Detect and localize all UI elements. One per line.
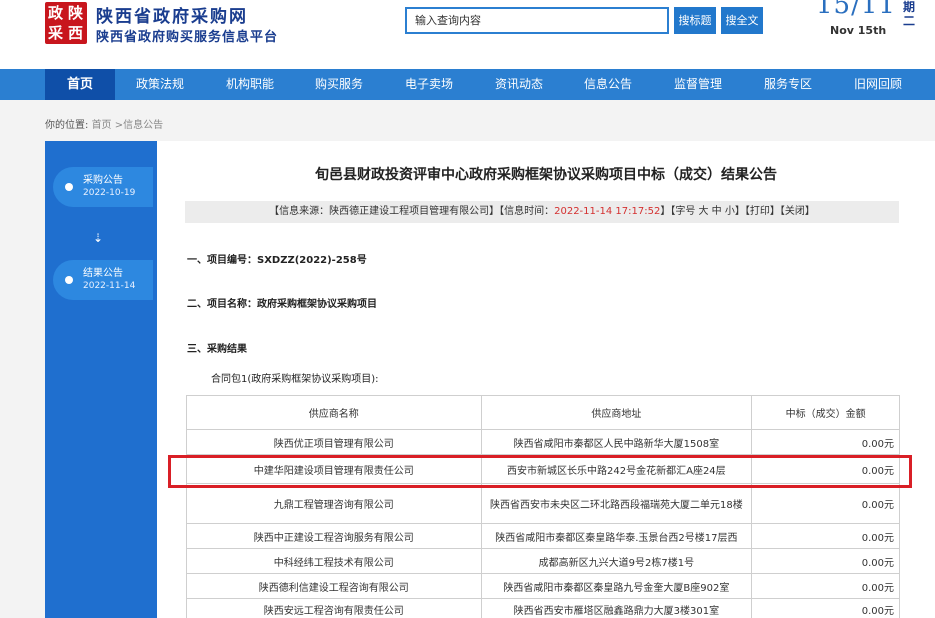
section-procurement-result: 三、采购结果 [187, 344, 247, 355]
timeline-item-procurement-notice[interactable]: 采购公告 2022-10-19 [53, 167, 153, 207]
results-table: 供应商名称 供应商地址 中标（成交）金额 陕西优正项目管理有限公司 陕西省咸阳市… [186, 395, 900, 618]
cell-supplier-address: 陕西省咸阳市秦都区秦皇路华泰.玉景台西2号楼17层西 [480, 523, 753, 549]
main-nav: 首页 政策法规 机构职能 购买服务 电子卖场 资讯动态 信息公告 监督管理 服务… [0, 69, 935, 100]
nav-item-supervision[interactable]: 监督管理 [663, 69, 733, 100]
nav-item-news[interactable]: 资讯动态 [484, 69, 554, 100]
site-title: 陕西省政府采购网 [96, 7, 248, 27]
cell-amount: 0.00元 [751, 598, 900, 618]
nav-item-announcements[interactable]: 信息公告 [573, 69, 643, 100]
cell-supplier-address: 陕西省咸阳市秦都区人民中路新华大厦1508室 [480, 429, 753, 455]
cell-supplier-name: 陕西安远工程咨询有限责任公司 [186, 598, 482, 618]
site-header: 政 陕 采 西 陕西省政府采购网 陕西省政府购买服务信息平台 搜标题 搜全文 1… [0, 0, 935, 68]
search-fulltext-button[interactable]: 搜全文 [721, 7, 763, 34]
timeline-dot-icon [65, 276, 73, 284]
cell-supplier-address: 陕西省咸阳市秦都区秦皇路九号金奎大厦B座902室 [480, 573, 753, 599]
cell-amount: 0.00元 [751, 429, 900, 455]
timeline-item-result-notice[interactable]: 结果公告 2022-11-14 [53, 260, 153, 300]
table-row: 中科经纬工程技术有限公司 成都高新区九兴大道9号2栋7楼1号 0.00元 [186, 548, 900, 574]
cell-supplier-address: 陕西省西安市雁塔区融鑫路鼎力大厦3楼301室 [480, 598, 753, 618]
logo-char: 西 [68, 24, 84, 42]
timeline-item-date: 2022-10-19 [83, 188, 136, 198]
contract-package: 合同包1(政府采购框架协议采购项目): [211, 374, 379, 385]
project-name: 二、项目名称：政府采购框架协议采购项目 [187, 299, 377, 310]
nav-item-old-site[interactable]: 旧网回顾 [843, 69, 913, 100]
column-header-amount: 中标（成交）金额 [751, 395, 900, 430]
table-header-row: 供应商名称 供应商地址 中标（成交）金额 [186, 395, 900, 430]
info-source: 【信息来源：陕西德正建设工程项目管理有限公司】【信息时间： [269, 206, 555, 217]
search-input[interactable] [405, 7, 669, 34]
table-row: 陕西中正建设工程咨询服务有限公司 陕西省咸阳市秦都区秦皇路华泰.玉景台西2号楼1… [186, 523, 900, 549]
site-subtitle: 陕西省政府购买服务信息平台 [96, 30, 279, 45]
table-row: 陕西安远工程咨询有限责任公司 陕西省西安市雁塔区融鑫路鼎力大厦3楼301室 0.… [186, 598, 900, 618]
date-text: Nov 15th [830, 24, 887, 37]
date-weekday: 期二 [903, 0, 916, 28]
logo-char: 政 [48, 4, 64, 22]
timeline-dot-icon [65, 183, 73, 191]
column-header-supplier-address: 供应商地址 [480, 395, 753, 430]
search-title-button[interactable]: 搜标题 [674, 7, 716, 34]
cell-supplier-name: 陕西优正项目管理有限公司 [186, 429, 482, 455]
cell-amount: 0.00元 [751, 573, 900, 599]
table-row: 陕西优正项目管理有限公司 陕西省咸阳市秦都区人民中路新华大厦1508室 0.00… [186, 429, 900, 455]
nav-item-purchase-services[interactable]: 购买服务 [304, 69, 374, 100]
timeline-item-date: 2022-11-14 [83, 281, 136, 291]
cell-supplier-name: 九鼎工程管理咨询有限公司 [186, 483, 482, 524]
highlight-box [168, 455, 912, 488]
date-day-month: 15/11 [816, 0, 896, 20]
nav-item-institutions[interactable]: 机构职能 [215, 69, 285, 100]
cell-amount: 0.00元 [751, 483, 900, 524]
table-row: 陕西德利信建设工程咨询有限公司 陕西省咸阳市秦都区秦皇路九号金奎大厦B座902室… [186, 573, 900, 599]
cell-supplier-name: 中科经纬工程技术有限公司 [186, 548, 482, 574]
down-arrow-icon: ⇣ [93, 231, 104, 245]
nav-item-service-zone[interactable]: 服务专区 [753, 69, 823, 100]
timeline-item-label: 采购公告 [83, 175, 123, 186]
cell-amount: 0.00元 [751, 548, 900, 574]
logo-char: 陕 [68, 4, 84, 22]
column-header-supplier-name: 供应商名称 [186, 395, 482, 430]
project-number: 一、项目编号：SXDZZ(2022)-258号 [187, 255, 367, 266]
cell-supplier-name: 陕西德利信建设工程咨询有限公司 [186, 573, 482, 599]
cell-amount: 0.00元 [751, 523, 900, 549]
info-time: 2022-11-14 17:17:52 [554, 206, 661, 217]
timeline-sidebar: 采购公告 2022-10-19 ⇣ 结果公告 2022-11-14 [45, 141, 157, 618]
article-title: 旬邑县财政投资评审中心政府采购框架协议采购项目中标（成交）结果公告 [315, 167, 777, 183]
table-row: 九鼎工程管理咨询有限公司 陕西省西安市未央区二环北路西段福瑞苑大厦二单元18楼 … [186, 483, 900, 524]
breadcrumb: 你的位置: 首页 >信息公告 [45, 116, 163, 131]
nav-item-policy[interactable]: 政策法规 [125, 69, 195, 100]
cell-supplier-name: 陕西中正建设工程咨询服务有限公司 [186, 523, 482, 549]
nav-item-e-mall[interactable]: 电子卖场 [394, 69, 464, 100]
info-tools[interactable]: 】【字号 大 中 小】【打印】【关闭】 [660, 206, 815, 217]
article-info-bar: 【信息来源：陕西德正建设工程项目管理有限公司】【信息时间：2022-11-14 … [185, 201, 899, 223]
logo-char: 采 [48, 24, 64, 42]
cell-supplier-address: 成都高新区九兴大道9号2栋7楼1号 [480, 548, 753, 574]
breadcrumb-path[interactable]: 首页 >信息公告 [92, 120, 164, 131]
cell-supplier-address: 陕西省西安市未央区二环北路西段福瑞苑大厦二单元18楼 [480, 483, 753, 524]
breadcrumb-label: 你的位置: [45, 120, 89, 131]
timeline-item-label: 结果公告 [83, 268, 123, 279]
site-logo[interactable]: 政 陕 采 西 [45, 2, 87, 44]
nav-item-home[interactable]: 首页 [45, 69, 115, 100]
